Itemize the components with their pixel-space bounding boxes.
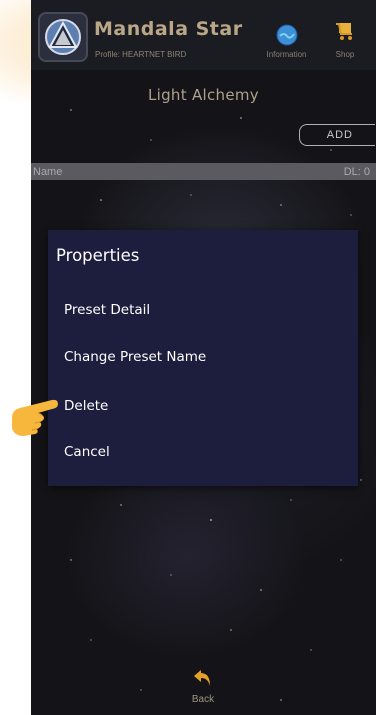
list-header: Name DL: 0 bbox=[31, 163, 376, 180]
preset-detail-option[interactable]: Preset Detail bbox=[64, 302, 150, 318]
cancel-option[interactable]: Cancel bbox=[64, 444, 110, 460]
dialog-title: Properties bbox=[56, 246, 140, 265]
name-column-header: Name bbox=[33, 165, 63, 178]
shop-button[interactable]: Shop bbox=[329, 20, 361, 64]
shop-label: Shop bbox=[335, 50, 355, 59]
information-button[interactable]: Information bbox=[259, 24, 314, 64]
app-screen: Mandala Star Profile: HEARTNET BIRD Info… bbox=[31, 0, 376, 715]
mandala-star-logo-icon bbox=[38, 12, 88, 62]
screen-title: Light Alchemy bbox=[147, 86, 259, 104]
delete-option[interactable]: Delete bbox=[64, 398, 108, 414]
properties-dialog: Properties Preset Detail Change Preset N… bbox=[48, 230, 358, 486]
back-label: Back bbox=[191, 694, 215, 705]
profile-label: Profile: HEARTNET BIRD bbox=[95, 50, 187, 59]
pointing-hand-icon bbox=[12, 399, 58, 436]
back-arrow-icon bbox=[194, 670, 210, 686]
shopping-cart-icon bbox=[336, 23, 352, 40]
app-header: Mandala Star Profile: HEARTNET BIRD Info… bbox=[31, 0, 376, 70]
add-button[interactable]: ADD bbox=[299, 124, 375, 146]
information-label: Information bbox=[266, 50, 307, 59]
globe-icon bbox=[276, 24, 297, 46]
dl-column-header: DL: 0 bbox=[343, 165, 370, 178]
change-preset-name-option[interactable]: Change Preset Name bbox=[64, 349, 206, 365]
app-title: Mandala Star bbox=[94, 18, 243, 40]
back-button[interactable]: Back bbox=[187, 668, 219, 712]
